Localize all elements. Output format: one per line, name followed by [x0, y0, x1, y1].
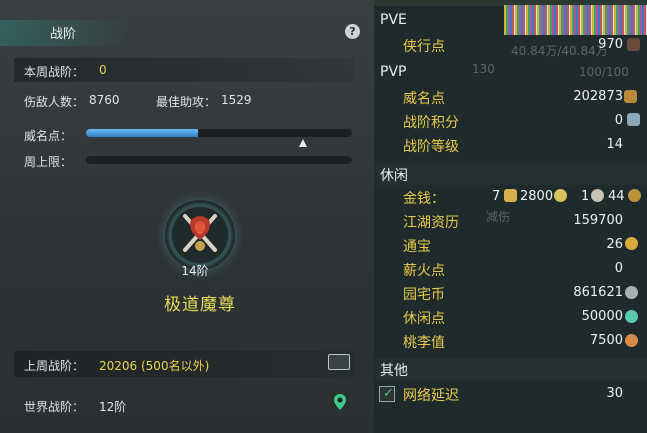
pve-section-header: PVE — [374, 10, 647, 32]
leisure-item-value: 26 — [606, 237, 623, 252]
leisure-item-value: 861621 — [573, 285, 623, 300]
leisure-point-icon — [625, 310, 638, 323]
reward-chest-icon[interactable] — [328, 354, 350, 370]
panel-title: 战阶 — [50, 27, 77, 42]
leisure-item-value: 7500 — [589, 333, 623, 348]
world-rank-label: 世界战阶： — [24, 400, 85, 414]
leisure-item-value: 159700 — [573, 213, 623, 228]
pvp-item-value: 202873 — [573, 89, 623, 104]
money-silver-value: 2800 — [520, 189, 554, 204]
bg-debuff-text: 减伤 — [486, 210, 511, 224]
leisure-item-label: 桃李值 — [403, 335, 445, 351]
bg-hp-text: 40.84万/40.84万 — [511, 44, 608, 58]
world-rank-value: 12阶 — [99, 400, 127, 414]
leisure-title: 休闲 — [380, 168, 408, 184]
pvp-title: PVP — [380, 64, 407, 80]
this-week-value: 0 — [99, 63, 107, 77]
help-icon[interactable]: ? — [345, 24, 360, 39]
gold-ingot-icon — [504, 189, 517, 202]
house-coin-icon — [625, 286, 638, 299]
network-latency-checkbox[interactable]: ✓ — [379, 386, 395, 402]
rank-name: 极道魔尊 — [164, 295, 236, 315]
pve-item-label: 侠行点 — [403, 39, 445, 55]
last-week-value: 20206 (500名以外) — [99, 359, 210, 373]
prestige-bar — [86, 129, 352, 137]
rank-emblem-icon — [165, 200, 235, 270]
money-label: 金钱： — [403, 191, 445, 207]
peach-icon — [625, 334, 638, 347]
last-week-label: 上周战阶： — [24, 359, 85, 373]
weekly-cap-bar — [86, 156, 352, 164]
prestige-bar-fill — [86, 129, 198, 137]
money-copper1-value: 1 — [581, 189, 590, 204]
other-section-header: 其他 — [374, 358, 647, 380]
xiaxing-icon — [627, 38, 640, 51]
battle-score-icon — [627, 113, 640, 126]
other-title: 其他 — [380, 363, 408, 379]
best-assist-label: 最佳助攻： — [156, 95, 217, 109]
enemies-value: 8760 — [89, 93, 120, 107]
pvp-section-header: PVP — [374, 62, 647, 84]
leisure-item-value: 0 — [614, 261, 623, 276]
prestige-icon — [624, 90, 637, 103]
enemies-label: 伤敌人数： — [24, 95, 85, 109]
money-gold-value: 7 — [492, 189, 501, 204]
pvp-item-label: 威名点 — [403, 91, 445, 107]
currency-panel: 40.84万/40.84万 130 100/100 减伤 PVE 侠行点 970… — [374, 0, 647, 433]
pvp-item-value: 0 — [614, 113, 623, 128]
leisure-item-label: 江湖资历 — [403, 215, 459, 231]
pve-item-value: 970 — [598, 37, 623, 52]
leisure-section-header: 休闲 — [374, 163, 647, 185]
pve-title: PVE — [380, 12, 407, 28]
battle-rank-panel: 战阶 ? 本周战阶： 0 伤敌人数： 8760 最佳助攻： 1529 威名点： … — [0, 0, 374, 433]
leisure-item-label: 园宅币 — [403, 287, 445, 303]
prestige-label: 威名点： — [24, 129, 73, 143]
pvp-item-value: 14 — [606, 137, 623, 152]
rank-level: 14阶 — [181, 264, 209, 278]
prestige-cap-marker — [299, 139, 307, 147]
tongbao-icon — [625, 237, 638, 250]
silver-coin-icon — [554, 189, 567, 202]
pvp-item-label: 战阶积分 — [403, 115, 459, 131]
leisure-item-label: 薪火点 — [403, 263, 445, 279]
this-week-label: 本周战阶： — [24, 65, 85, 79]
copper-coin-icon — [591, 189, 604, 202]
weekly-cap-label: 周上限： — [24, 155, 73, 169]
other-item-value: 30 — [606, 386, 623, 401]
leisure-item-value: 50000 — [581, 309, 623, 324]
location-pin-icon[interactable] — [333, 393, 347, 411]
leisure-item-label: 通宝 — [403, 239, 431, 255]
other-item-label: 网络延迟 — [403, 388, 459, 404]
best-assist-value: 1529 — [221, 93, 252, 107]
crossed-swords-icon — [183, 214, 217, 252]
money-copper2-value: 44 — [608, 189, 625, 204]
leisure-item-label: 休闲点 — [403, 311, 445, 327]
pvp-item-label: 战阶等级 — [403, 139, 459, 155]
game-ui: 战阶 ? 本周战阶： 0 伤敌人数： 8760 最佳助攻： 1529 威名点： … — [0, 0, 647, 433]
coin-icon — [628, 189, 641, 202]
